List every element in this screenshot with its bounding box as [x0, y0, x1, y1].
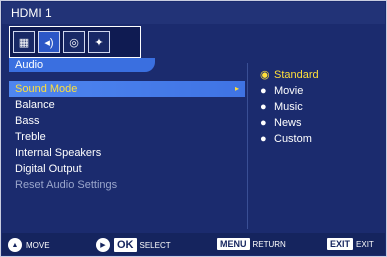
category-icon-strip: ▦ ◂) ◎ ✦ [9, 26, 141, 58]
sound-mode-options: ◉ Standard ● Movie ● Music ● News ● Custom [247, 63, 378, 229]
option-label: Custom [274, 133, 312, 145]
speaker-icon[interactable]: ◂) [38, 31, 60, 53]
setup-icon[interactable]: ✦ [88, 31, 110, 53]
tv-menu-screen: HDMI 1 ▦ ◂) ◎ ✦ Audio Sound Mode ▸ Balan… [0, 0, 387, 257]
option-custom[interactable]: ● Custom [260, 131, 312, 147]
option-standard[interactable]: ◉ Standard [260, 67, 319, 83]
menu-item-label: Sound Mode [15, 83, 78, 95]
audio-menu-list: Sound Mode ▸ Balance Bass Treble Interna… [9, 73, 245, 231]
exit-hint: EXIT EXIT [327, 238, 374, 250]
select-label: SELECT [139, 240, 171, 250]
move-label: MOVE [26, 240, 50, 250]
footer-help-bar: ▲ MOVE ▶ OK SELECT MENU RETURN EXIT EXIT [2, 233, 385, 255]
exit-label: EXIT [356, 239, 374, 249]
radio-selected-icon: ◉ [260, 69, 270, 81]
bullet-icon: ● [260, 85, 267, 97]
select-hint: ▶ OK SELECT [96, 238, 171, 252]
menu-key: MENU [217, 238, 250, 250]
ok-key: OK [114, 238, 137, 252]
bullet-icon: ● [260, 101, 267, 113]
menu-item-reset-audio-settings: Reset Audio Settings [15, 179, 118, 191]
menu-item-bass[interactable]: Bass [9, 113, 245, 129]
return-hint: MENU RETURN [217, 238, 286, 250]
menu-item-balance[interactable]: Balance [9, 97, 245, 113]
return-label: RETURN [252, 239, 286, 249]
menu-item-digital-output[interactable]: Digital Output [9, 161, 245, 177]
option-label: News [274, 117, 302, 129]
move-hint: ▲ MOVE [8, 238, 50, 252]
bullet-icon: ● [260, 133, 267, 145]
bullet-icon: ● [260, 117, 267, 129]
picture-icon[interactable]: ▦ [13, 31, 35, 53]
option-movie[interactable]: ● Movie [260, 83, 303, 99]
option-label: Standard [274, 69, 319, 81]
menu-item-sound-mode[interactable]: Sound Mode ▸ [9, 81, 245, 97]
header-bar: HDMI 1 [2, 2, 385, 24]
menu-item-internal-speakers[interactable]: Internal Speakers [9, 145, 245, 161]
input-source-title: HDMI 1 [11, 6, 52, 20]
exit-key: EXIT [327, 238, 354, 250]
option-label: Music [274, 101, 303, 113]
menu-item-treble[interactable]: Treble [9, 129, 245, 145]
right-arrow-icon: ▶ [96, 238, 110, 252]
display-icon[interactable]: ◎ [63, 31, 85, 53]
option-music[interactable]: ● Music [260, 99, 303, 115]
audio-tab-label: Audio [9, 58, 155, 72]
dpad-icon: ▲ [8, 238, 22, 252]
option-news[interactable]: ● News [260, 115, 302, 131]
submenu-arrow-icon: ▸ [234, 84, 239, 93]
option-label: Movie [274, 85, 304, 97]
